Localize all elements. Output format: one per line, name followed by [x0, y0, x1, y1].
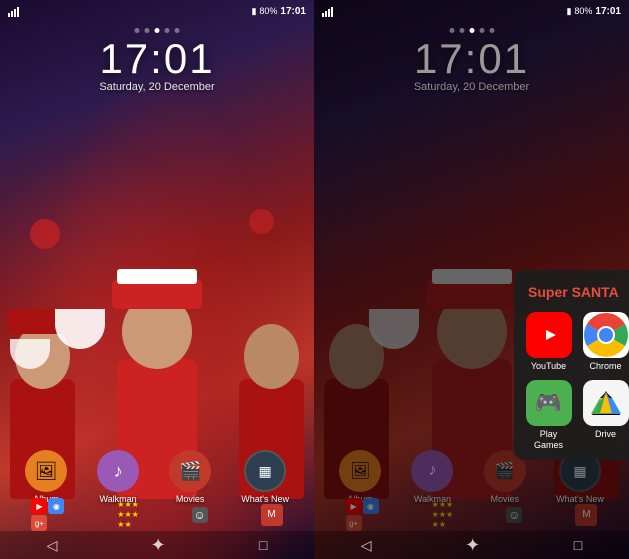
play-games-label: Play Games: [524, 429, 573, 451]
youtube-app-icon: [526, 312, 572, 358]
dot-5: [175, 28, 180, 33]
chrome-app[interactable]: Chrome: [581, 312, 629, 372]
folder-grid: YouTube Chrome: [524, 312, 629, 450]
battery-percent: 80%: [259, 6, 277, 16]
album-icon[interactable]: 🖼 Album: [25, 450, 67, 504]
right-tiny-smiley: ☺: [506, 507, 522, 523]
clock-date: Saturday, 20 December: [99, 81, 214, 93]
tiny-chrome[interactable]: ◉: [48, 498, 64, 514]
right-clock-time: 17:01: [414, 35, 529, 83]
tiny-smiley[interactable]: ☺: [192, 507, 208, 523]
page-dots: [135, 28, 180, 33]
right-time-display: 17:01: [595, 6, 621, 17]
dot-2: [145, 28, 150, 33]
dot-3: [155, 28, 160, 33]
play-games-app[interactable]: 🎮 Play Games: [524, 380, 573, 451]
right-status-bar: ▮ 80% 17:01: [314, 0, 629, 22]
movies-icon[interactable]: 🎬 Movies: [169, 450, 211, 504]
right-dot-4: [479, 28, 484, 33]
right-phone: ▮ 80% 17:01 17:01 Saturday, 20 December …: [314, 0, 629, 559]
right-tiny-gmail: M: [575, 504, 597, 526]
clock-time: 17:01: [99, 35, 214, 83]
right-tiny-yt: ▶: [346, 498, 362, 514]
left-phone: ▮ 80% 17:01 17:01 Saturday, 20 December …: [0, 0, 314, 559]
signal-icon: [8, 5, 19, 17]
right-home-logo: ✦: [465, 535, 480, 556]
battery-icon: ▮: [251, 6, 256, 17]
menu-button[interactable]: □: [259, 537, 267, 553]
right-status-right: ▮ 80% 17:01: [566, 6, 621, 17]
youtube-label: YouTube: [531, 361, 566, 372]
right-signal-icon: [322, 5, 333, 17]
left-nav-bar: ◁ ✦ □: [0, 531, 314, 559]
folder-title: Super SANTA: [524, 284, 629, 300]
time-display: 17:01: [280, 6, 306, 17]
drive-label: Drive: [595, 429, 616, 440]
right-dot-1: [449, 28, 454, 33]
whats-new-icon[interactable]: ▦ What's New: [241, 450, 289, 504]
right-menu-button[interactable]: □: [574, 537, 582, 553]
right-tiny-gplus: g+: [346, 515, 362, 531]
left-status-right: ▮ 80% 17:01: [251, 6, 306, 17]
walkman-icon[interactable]: ♪ Walkman: [97, 450, 139, 504]
right-battery-icon: ▮: [566, 6, 571, 17]
tiny-gmail[interactable]: M: [261, 504, 283, 526]
right-bottom-small-icons: ▶ ◉ g+ ★★★ ★★★ ★★ ☺ M: [314, 498, 629, 531]
dot-4: [165, 28, 170, 33]
right-page-dots: [449, 28, 494, 33]
dot-1: [135, 28, 140, 33]
drive-app[interactable]: Drive: [581, 380, 629, 451]
stars-group: ★★★ ★★★ ★★: [117, 500, 139, 529]
right-dot-2: [459, 28, 464, 33]
play-games-icon: 🎮: [526, 380, 572, 426]
right-dot-3: [469, 28, 474, 33]
home-icons-row: 🖼 Album ♪ Walkman 🎬 Movies ▦ What's New: [0, 450, 314, 504]
right-tiny-chrome: ◉: [363, 498, 379, 514]
right-back-button[interactable]: ◁: [361, 537, 372, 554]
right-dot-5: [489, 28, 494, 33]
back-button[interactable]: ◁: [47, 537, 58, 554]
tiny-gplus[interactable]: g+: [31, 515, 47, 531]
home-logo: ✦: [151, 535, 166, 556]
folder-popup: Super SANTA YouTube: [514, 270, 629, 460]
right-clock-date: Saturday, 20 December: [414, 81, 529, 93]
chrome-app-icon: [583, 312, 629, 358]
left-status-bar: ▮ 80% 17:01: [0, 0, 314, 22]
small-icon-group-1: ▶ ◉ g+: [31, 498, 64, 531]
chrome-label: Chrome: [589, 361, 621, 372]
right-clock-widget: 17:01 Saturday, 20 December: [414, 35, 529, 93]
tiny-youtube[interactable]: ▶: [31, 498, 47, 514]
right-album: 🖼 Album: [339, 450, 381, 504]
right-stars: ★★★ ★★★ ★★: [432, 500, 454, 529]
right-walkman: ♪ Walkman: [411, 450, 453, 504]
bottom-small-icons: ▶ ◉ g+ ★★★ ★★★ ★★ ☺ M: [0, 498, 314, 531]
right-status-left: [322, 5, 333, 17]
drive-icon: [583, 380, 629, 426]
right-nav-bar: ◁ ✦ □: [314, 531, 629, 559]
right-small-group: ▶ ◉ g+: [346, 498, 379, 531]
youtube-app[interactable]: YouTube: [524, 312, 573, 372]
clock-widget: 17:01 Saturday, 20 December: [99, 35, 214, 93]
right-battery-percent: 80%: [574, 6, 592, 16]
left-status-left: [8, 5, 19, 17]
